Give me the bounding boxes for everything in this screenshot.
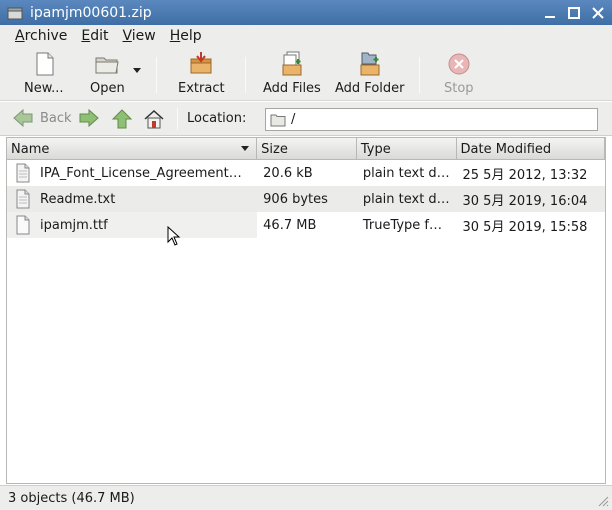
- extract-icon: [190, 52, 212, 74]
- new-button-label: New...: [24, 81, 64, 96]
- column-header-name-label: Name: [11, 141, 50, 157]
- sort-descending-icon: [241, 146, 250, 151]
- toolbar-separator: [419, 57, 420, 93]
- menu-view[interactable]: View: [116, 28, 163, 44]
- table-row[interactable]: Readme.txt 906 bytes plain text d… 30 5月…: [7, 186, 605, 212]
- column-header-name[interactable]: Name: [7, 138, 258, 160]
- location-input[interactable]: /: [265, 108, 598, 131]
- menu-edit[interactable]: Edit: [74, 28, 115, 44]
- file-date: 30 5月 2019, 16:04: [456, 186, 605, 212]
- file-date: 30 5月 2019, 15:58: [462, 219, 588, 235]
- file-list: Name Size Type Date Modified IPA_Font_Li…: [6, 137, 606, 484]
- add-folder-button-label: Add Folder: [335, 81, 405, 96]
- menu-archive-mnemonic: A: [15, 28, 25, 44]
- file-type: TrueType f…: [362, 217, 443, 233]
- location-label: Location:: [187, 111, 247, 126]
- title-bar: ipamjm00601.zip: [0, 0, 612, 25]
- open-button-label: Open: [90, 81, 125, 96]
- status-text: 3 objects (46.7 MB): [8, 490, 135, 506]
- toolbar: New... Open Extract Add Files Add Folder…: [0, 47, 612, 101]
- menu-help[interactable]: Help: [163, 28, 209, 44]
- add-files-button-label: Add Files: [263, 81, 321, 96]
- stop-icon: [448, 53, 470, 75]
- menu-archive[interactable]: Archive: [8, 28, 74, 44]
- back-button-label: Back: [40, 110, 72, 126]
- menu-bar: Archive Edit View Help: [0, 25, 612, 47]
- add-folder-icon: [360, 52, 380, 76]
- menu-view-label: iew: [131, 28, 156, 44]
- location-path: /: [291, 112, 296, 127]
- menu-view-mnemonic: V: [122, 28, 132, 44]
- close-button[interactable]: [588, 3, 608, 23]
- menu-archive-label: rchive: [24, 28, 68, 44]
- forward-arrow-icon: [79, 108, 99, 128]
- column-header-date-label: Date Modified: [460, 141, 552, 157]
- home-icon: [144, 109, 164, 129]
- menu-help-mnemonic: H: [169, 28, 181, 44]
- column-header-type-label: Type: [360, 141, 391, 157]
- file-size: 906 bytes: [257, 186, 357, 212]
- up-arrow-icon: [111, 109, 133, 129]
- back-button[interactable]: Back: [12, 108, 72, 128]
- menu-help-label: elp: [180, 28, 202, 44]
- home-button[interactable]: [143, 108, 165, 130]
- up-button[interactable]: [111, 108, 133, 130]
- add-files-button[interactable]: Add Files: [263, 50, 321, 98]
- back-arrow-icon: [13, 108, 33, 128]
- stop-button-label: Stop: [444, 81, 474, 96]
- table-row[interactable]: ipamjm.ttf 46.7 MB TrueType f… 30 5月 201…: [7, 212, 605, 238]
- file-name-cell: Readme.txt: [7, 186, 258, 212]
- forward-button[interactable]: [78, 108, 100, 128]
- text-file-icon: [16, 189, 30, 209]
- resize-grip-icon[interactable]: [597, 495, 609, 507]
- window-title: ipamjm00601.zip: [30, 4, 152, 21]
- menu-edit-label: dit: [90, 28, 109, 44]
- table-row[interactable]: IPA_Font_License_Agreement… 20.6 kB plai…: [7, 160, 605, 186]
- folder-icon: [270, 114, 286, 126]
- status-bar: 3 objects (46.7 MB): [0, 485, 612, 510]
- location-separator: [177, 108, 178, 130]
- file-date: 25 5月 2012, 13:32: [462, 167, 588, 183]
- open-folder-icon: [95, 57, 119, 74]
- file-name-cell: IPA_Font_License_Agreement…: [7, 160, 257, 186]
- file-name: Readme.txt: [40, 191, 116, 207]
- toolbar-separator: [156, 57, 157, 93]
- column-header-size-label: Size: [261, 141, 288, 157]
- menu-edit-mnemonic: E: [81, 28, 91, 44]
- file-size: 46.7 MB: [263, 217, 317, 233]
- column-header-size[interactable]: Size: [257, 138, 357, 160]
- extract-button[interactable]: Extract: [178, 50, 225, 98]
- file-name-cell: ipamjm.ttf: [7, 212, 258, 238]
- file-type: plain text d…: [362, 165, 450, 181]
- new-document-icon: [36, 52, 54, 76]
- stop-button[interactable]: Stop: [444, 50, 474, 98]
- close-icon: [592, 6, 604, 19]
- file-size: 20.6 kB: [263, 165, 313, 181]
- location-bar: Back Location: /: [0, 102, 612, 136]
- open-button[interactable]: Open: [90, 50, 125, 98]
- column-header-row: Name Size Type Date Modified: [7, 138, 605, 160]
- minimize-icon: [545, 15, 555, 18]
- column-header-date[interactable]: Date Modified: [457, 138, 605, 160]
- maximize-button[interactable]: [564, 3, 584, 23]
- toolbar-separator: [245, 57, 246, 93]
- maximize-icon: [568, 6, 580, 19]
- text-file-icon: [16, 163, 30, 183]
- file-name: IPA_Font_License_Agreement…: [40, 165, 242, 181]
- minimize-button[interactable]: [540, 3, 560, 23]
- column-header-type[interactable]: Type: [357, 138, 457, 160]
- archive-app-icon: [7, 7, 23, 19]
- file-type: plain text d…: [356, 186, 457, 212]
- mouse-pointer-icon: [167, 226, 181, 246]
- add-files-icon: [282, 51, 302, 76]
- add-folder-button[interactable]: Add Folder: [335, 50, 404, 98]
- new-button[interactable]: New...: [24, 50, 64, 98]
- extract-button-label: Extract: [178, 81, 225, 96]
- file-name: ipamjm.ttf: [40, 217, 108, 233]
- chevron-down-icon: [133, 68, 141, 73]
- font-file-icon: [16, 215, 30, 235]
